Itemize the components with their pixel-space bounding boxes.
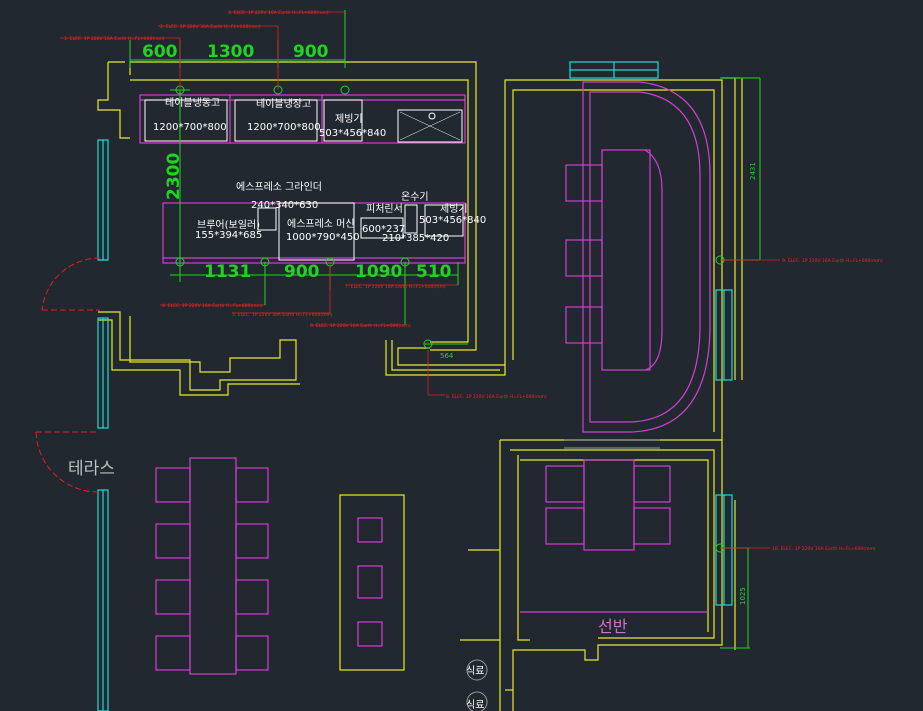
windows bbox=[97, 61, 733, 711]
label-hotwater-name: 온수기 bbox=[401, 191, 429, 203]
label-fridge2-size: 1200*700*800 bbox=[247, 122, 321, 133]
dim-right-lower: 1025 bbox=[739, 587, 747, 605]
label-shelf: 선반 bbox=[598, 617, 628, 636]
label-stair2: 식료 bbox=[466, 699, 484, 711]
note-10: 10. ELEC. 1P 220V 16A Earth H=FL+600(mm) bbox=[772, 546, 876, 552]
label-hotwater-size: 210*385*420 bbox=[382, 233, 449, 244]
dim-bottom-900: 900 bbox=[284, 262, 320, 282]
dim-bottom-1131: 1131 bbox=[204, 262, 251, 282]
floor-plan-drawing: 600 1300 900 2300 1131 900 1090 510 564 … bbox=[35, 10, 883, 711]
note-9: 9. ELEC. 1P 220V 16A Earth H=FL+600(mm) bbox=[782, 258, 883, 264]
label-espresso-size: 1000*790*450 bbox=[286, 232, 360, 243]
label-pitcher-name: 피처린서 bbox=[366, 203, 403, 215]
dim-right-upper: 2431 bbox=[749, 162, 757, 180]
walls bbox=[97, 61, 743, 711]
label-ice2-size: 503*456*840 bbox=[419, 215, 486, 226]
note-6: 6. ELEC. 1P 220V 16A Earth H=FL+600(mm) bbox=[310, 323, 411, 329]
furniture bbox=[139, 81, 711, 675]
label-ice1-name: 제빙기 bbox=[335, 113, 363, 125]
dim-bottom-1090: 1090 bbox=[355, 262, 402, 282]
dim-top-1300: 1300 bbox=[207, 42, 254, 62]
door-swings bbox=[35, 257, 101, 493]
dim-side-2300: 2300 bbox=[164, 153, 184, 200]
note-1: 1. ELEC. 1P 220V 16A Earth H=FL+600(mm) bbox=[64, 36, 165, 42]
table-seats bbox=[357, 517, 383, 647]
label-terrace: 테라스 bbox=[68, 459, 115, 479]
label-espresso-name: 에스프레소 머신 bbox=[287, 218, 355, 230]
dim-small-564: 564 bbox=[440, 352, 454, 360]
note-4: 4. ELEC. 1P 220V 16A Earth H=FL+600(mm) bbox=[162, 303, 263, 309]
dim-bottom-510: 510 bbox=[416, 262, 452, 282]
dim-top-600: 600 bbox=[142, 42, 178, 62]
label-fridge2-name: 테이블냉장고 bbox=[256, 98, 311, 110]
label-brewer-size: 155*394*685 bbox=[195, 230, 262, 241]
dimension-lines bbox=[129, 10, 761, 649]
label-ice2-name: 제빙기 bbox=[440, 203, 468, 215]
label-ice1-size: 503*456*840 bbox=[319, 128, 386, 139]
label-grinder-name: 에스프레소 그라인더 bbox=[236, 181, 322, 193]
label-stair1: 식료 bbox=[466, 665, 484, 677]
note-2: 2. ELEC. 1P 220V 30A Earth H=FL+600(mm) bbox=[160, 24, 261, 30]
label-fridge1-name: 테이블냉동고 bbox=[165, 97, 220, 109]
misc-lines bbox=[466, 439, 660, 711]
label-grinder-size: 240*340*630 bbox=[251, 200, 318, 211]
dim-top-900: 900 bbox=[293, 42, 329, 62]
note-7: 7. ELEC. 1P 220V 16A Earth H=FL+600(mm) bbox=[345, 284, 446, 290]
label-fridge1-size: 1200*700*800 bbox=[153, 122, 227, 133]
note-8: 8. ELEC. 1P 220V 16A Earth H=FL+600(mm) bbox=[446, 394, 547, 400]
note-5: 5. ELEC. 1P 220V 30A Earth H=FL+600(mm) bbox=[232, 312, 333, 318]
note-3: 3. ELEC. 1P 220V 16A Earth H=FL+600(mm) bbox=[228, 10, 329, 16]
